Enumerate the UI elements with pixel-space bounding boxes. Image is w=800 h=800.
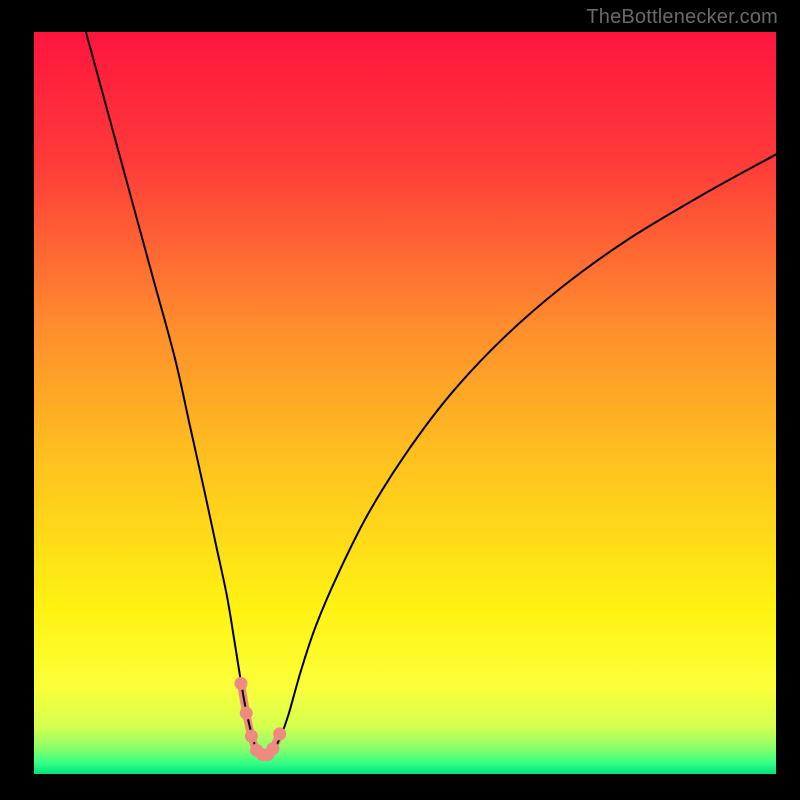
trough-marker-dot (235, 677, 248, 690)
plot-area (34, 32, 776, 774)
stage: TheBottlenecker.com (0, 0, 800, 800)
bottleneck-curve (86, 32, 776, 755)
trough-marker-dot (273, 727, 286, 740)
watermark-text: TheBottlenecker.com (586, 6, 778, 29)
trough-marker-dot (245, 730, 258, 743)
chart-svg (34, 32, 776, 774)
trough-marker-dot (266, 742, 279, 755)
trough-marker-dot (240, 707, 253, 720)
